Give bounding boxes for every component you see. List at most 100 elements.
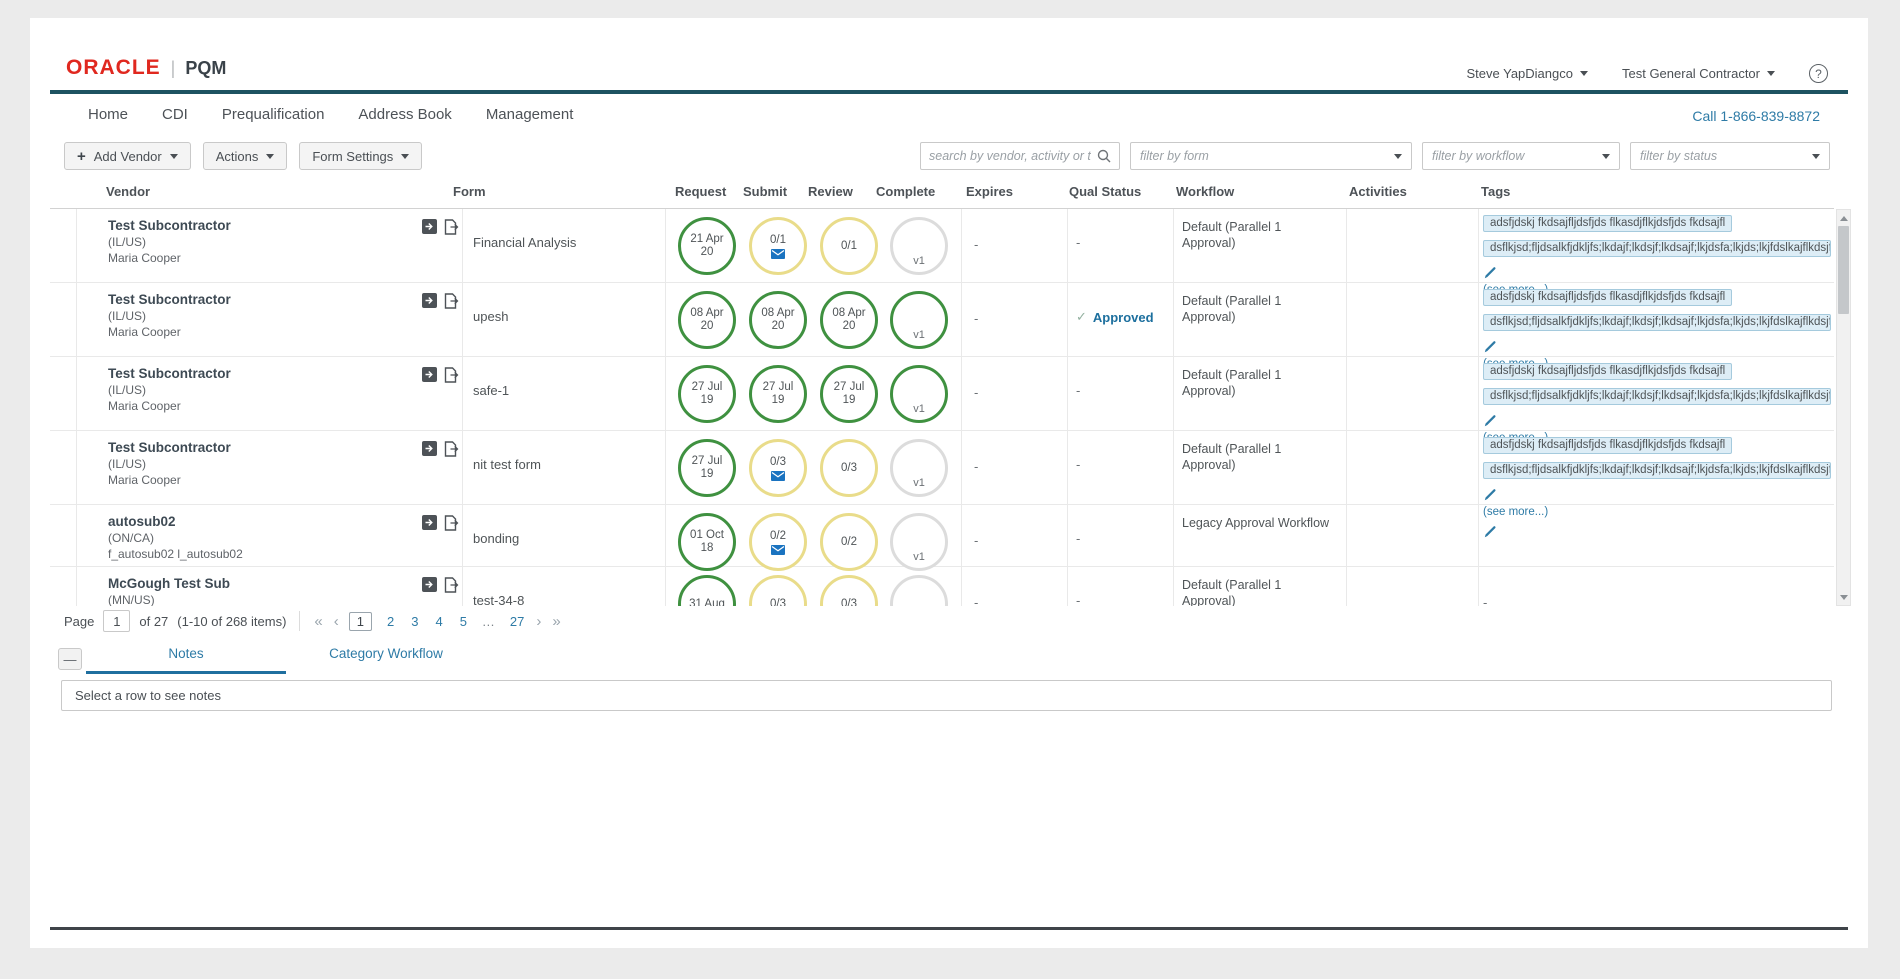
vendor-name-link[interactable]: Test Subcontractor [108,440,231,455]
column-header-activities[interactable]: Activities [1349,184,1407,199]
actions-button[interactable]: Actions [203,142,288,170]
complete-status-circle[interactable] [890,575,948,606]
collapse-notes-button[interactable]: — [58,648,82,670]
filter-by-workflow-select[interactable]: filter by workflow [1422,142,1620,170]
scroll-down-arrow[interactable] [1837,590,1850,604]
open-document-icon[interactable] [444,367,459,388]
tag-pill[interactable]: adsfjdskj fkdsajfljdsfjds flkasdjflkjdsf… [1483,215,1732,232]
help-icon[interactable]: ? [1809,64,1828,83]
scrollbar-thumb[interactable] [1838,226,1849,314]
vendor-name-link[interactable]: Test Subcontractor [108,218,231,233]
add-vendor-button[interactable]: + Add Vendor [64,142,191,170]
next-page-button[interactable]: › [535,613,542,630]
tag-pill[interactable]: dsflkjsd;fljdsalkfjdkljfs;lkdajf;lkdsjf;… [1483,462,1831,479]
request-status-circle[interactable]: 27 Jul19 [678,365,736,423]
open-document-icon[interactable] [444,293,459,314]
open-document-icon[interactable] [444,577,459,598]
request-status-circle[interactable]: 27 Jul19 [678,439,736,497]
submit-status-circle[interactable]: 0/2 [749,513,807,571]
nav-item-prequalification[interactable]: Prequalification [222,106,325,123]
tab-category-workflow[interactable]: Category Workflow [286,646,486,674]
export-pdf-icon[interactable] [422,577,437,598]
nav-item-home[interactable]: Home [88,106,128,123]
vendor-name-link[interactable]: autosub02 [108,514,243,529]
search-input[interactable] [929,149,1091,163]
search-icon[interactable] [1097,149,1111,163]
tab-notes[interactable]: Notes [86,646,286,674]
export-pdf-icon[interactable] [422,219,437,240]
submit-status-circle[interactable]: 08 Apr20 [749,291,807,349]
table-row[interactable]: Test Subcontractor(IL/US)Maria Cooperupe… [50,283,1834,357]
export-pdf-icon[interactable] [422,293,437,314]
request-status-circle[interactable]: 08 Apr20 [678,291,736,349]
page-button-4[interactable]: 4 [433,614,444,629]
complete-status-circle[interactable]: v1 [890,291,948,349]
edit-tags-icon[interactable] [1484,488,1831,502]
vendor-name-link[interactable]: Test Subcontractor [108,292,231,307]
table-row[interactable]: McGough Test Sub(MN/US)test-34-831 Aug0/… [50,567,1834,606]
review-status-circle[interactable]: 08 Apr20 [820,291,878,349]
edit-tags-icon[interactable] [1484,414,1831,428]
table-row[interactable]: Test Subcontractor(IL/US)Maria CooperFin… [50,209,1834,283]
submit-status-circle[interactable]: 0/3 [749,575,807,606]
scroll-up-arrow[interactable] [1837,211,1850,225]
submit-status-circle[interactable]: 27 Jul19 [749,365,807,423]
column-header-complete[interactable]: Complete [876,184,935,199]
table-row[interactable]: autosub02(ON/CA)f_autosub02 l_autosub02b… [50,505,1834,567]
column-header-request[interactable]: Request [675,184,726,199]
review-status-circle[interactable]: 0/1 [820,217,878,275]
tag-pill[interactable]: dsflkjsd;fljdsalkfjdkljfs;lkdajf;lkdsjf;… [1483,240,1831,257]
call-phone-link[interactable]: Call 1-866-839-8872 [1692,108,1820,124]
page-button-2[interactable]: 2 [385,614,396,629]
qual-approved-link[interactable]: Approved [1093,310,1154,325]
nav-item-cdi[interactable]: CDI [162,106,188,123]
export-pdf-icon[interactable] [422,367,437,388]
page-button-1[interactable]: 1 [349,612,372,631]
request-status-circle[interactable]: 31 Aug [678,575,736,606]
review-status-circle[interactable]: 27 Jul19 [820,365,878,423]
filter-by-status-select[interactable]: filter by status [1630,142,1830,170]
table-scrollbar[interactable] [1836,209,1851,606]
complete-status-circle[interactable]: v1 [890,365,948,423]
tag-pill[interactable]: dsflkjsd;fljdsalkfjdkljfs;lkdajf;lkdsjf;… [1483,388,1831,405]
tag-pill[interactable]: adsfjdskj fkdsajfljdsfjds flkasdjflkjdsf… [1483,437,1732,454]
open-document-icon[interactable] [444,515,459,536]
tag-pill[interactable]: dsflkjsd;fljdsalkfjdkljfs;lkdajf;lkdsjf;… [1483,314,1831,331]
org-menu[interactable]: Test General Contractor [1622,66,1775,81]
nav-item-management[interactable]: Management [486,106,574,123]
table-row[interactable]: Test Subcontractor(IL/US)Maria Coopersaf… [50,357,1834,431]
last-page-button[interactable]: » [551,613,561,630]
page-button-3[interactable]: 3 [409,614,420,629]
tag-pill[interactable]: adsfjdskj fkdsajfljdsfjds flkasdjflkjdsf… [1483,363,1732,380]
open-document-icon[interactable] [444,441,459,462]
open-document-icon[interactable] [444,219,459,240]
table-row[interactable]: Test Subcontractor(IL/US)Maria Coopernit… [50,431,1834,505]
edit-tags-icon[interactable] [1484,340,1831,354]
vendor-name-link[interactable]: Test Subcontractor [108,366,231,381]
submit-status-circle[interactable]: 0/3 [749,439,807,497]
export-pdf-icon[interactable] [422,441,437,462]
page-button-27[interactable]: 27 [508,614,526,629]
column-header-submit[interactable]: Submit [743,184,787,199]
page-number-input[interactable] [103,610,130,632]
first-page-button[interactable]: « [313,613,323,630]
export-pdf-icon[interactable] [422,515,437,536]
complete-status-circle[interactable]: v1 [890,217,948,275]
column-header-vendor[interactable]: Vendor [106,184,150,199]
complete-status-circle[interactable]: v1 [890,439,948,497]
user-menu[interactable]: Steve YapDiangco [1467,66,1588,81]
vendor-name-link[interactable]: McGough Test Sub [108,576,230,591]
column-header-tags[interactable]: Tags [1481,184,1510,199]
request-status-circle[interactable]: 21 Apr20 [678,217,736,275]
column-header-qual-status[interactable]: Qual Status [1069,184,1141,199]
column-header-form[interactable]: Form [453,184,486,199]
prev-page-button[interactable]: ‹ [333,613,340,630]
edit-tags-icon[interactable] [1484,266,1831,280]
edit-tags-icon[interactable] [1484,525,1831,539]
column-header-workflow[interactable]: Workflow [1176,184,1234,199]
request-status-circle[interactable]: 01 Oct18 [678,513,736,571]
page-button-5[interactable]: 5 [458,614,469,629]
form-settings-button[interactable]: Form Settings [299,142,422,170]
column-header-expires[interactable]: Expires [966,184,1013,199]
complete-status-circle[interactable]: v1 [890,513,948,571]
